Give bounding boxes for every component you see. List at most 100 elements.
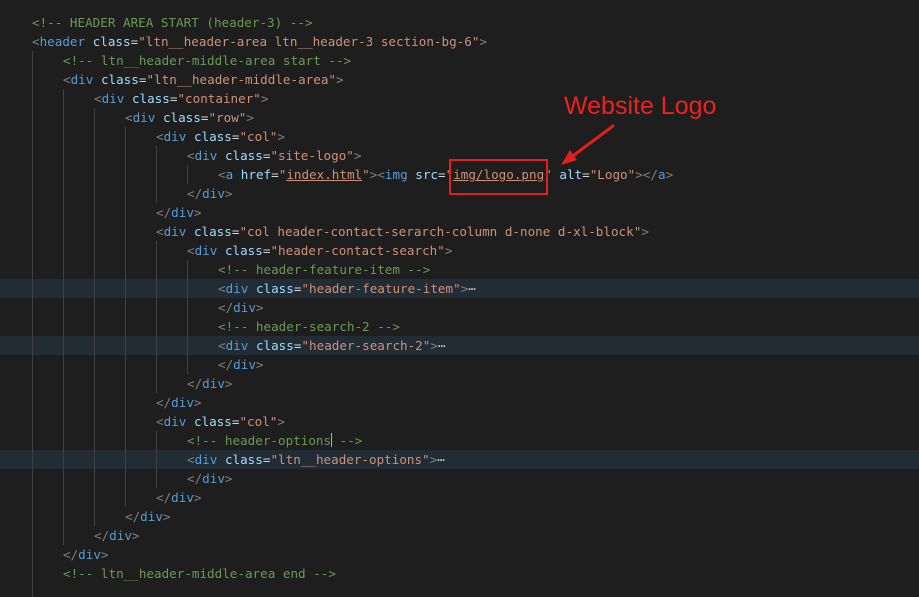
code-token: ": [362, 167, 370, 182]
code-line[interactable]: <div class="header-contact-search">: [0, 241, 919, 260]
code-line[interactable]: </div>: [0, 545, 919, 564]
code-token: >: [224, 471, 233, 486]
code-line[interactable]: <div class="col">: [0, 127, 919, 146]
code-token: <: [218, 167, 226, 182]
code-line[interactable]: <div class="col header-contact-serarch-c…: [0, 222, 919, 241]
code-token: div: [163, 414, 187, 429]
indent-guide: [32, 279, 33, 298]
code-line[interactable]: <div class="ltn__header-middle-area">: [0, 70, 919, 89]
code-token: div: [171, 490, 194, 505]
code-token: </: [156, 490, 172, 505]
indent-guide: [94, 279, 95, 298]
folded-code-line[interactable]: <div class="header-search-2">⋯: [0, 336, 919, 355]
indent-guide: [156, 450, 157, 469]
code-token: div: [194, 243, 218, 258]
indent-guide: [156, 241, 157, 260]
fold-ellipsis-icon[interactable]: ⋯: [438, 338, 446, 353]
code-token: div: [194, 452, 218, 467]
indent-guide: [32, 374, 33, 393]
code-line[interactable]: <!-- header-search-2 -->: [0, 317, 919, 336]
code-line[interactable]: [0, 583, 919, 597]
code-token: div: [171, 205, 194, 220]
indent-guide: [187, 260, 188, 279]
code-token: </: [187, 471, 203, 486]
indent-guide: [63, 165, 64, 184]
code-token: >: [336, 72, 344, 87]
code-line[interactable]: <!-- header-options -->: [0, 431, 919, 450]
indent-guide: [32, 260, 33, 279]
indent-guide: [187, 355, 188, 374]
code-line[interactable]: </div>: [0, 203, 919, 222]
indent-guide: [156, 374, 157, 393]
fold-ellipsis-icon[interactable]: ⋯: [468, 281, 476, 296]
code-line[interactable]: </div>: [0, 469, 919, 488]
code-token: class: [193, 129, 232, 144]
code-token: <: [218, 338, 226, 353]
code-line[interactable]: </div>: [0, 488, 919, 507]
code-token: >: [246, 110, 254, 125]
code-line[interactable]: <!-- HEADER AREA START (header-3) -->: [0, 13, 919, 32]
indent-guide: [187, 279, 188, 298]
code-token: >: [444, 243, 453, 258]
code-lines[interactable]: <!-- HEADER AREA START (header-3) --> <he…: [0, 13, 919, 597]
folded-code-line[interactable]: <div class="header-feature-item">⋯: [0, 279, 919, 298]
indent-guide: [94, 412, 95, 431]
indent-guide: [156, 317, 157, 336]
indent-guide: [125, 355, 126, 374]
code-line[interactable]: <div class="row">: [0, 108, 919, 127]
indent-guide: [32, 336, 33, 355]
code-token: -->: [332, 433, 363, 448]
indent-guide: [32, 469, 33, 488]
code-token: </: [187, 376, 203, 391]
code-token: >: [430, 338, 438, 353]
code-token: =: [271, 167, 279, 182]
code-line[interactable]: <header class="ltn__header-area ltn__hea…: [0, 32, 919, 51]
code-line[interactable]: </div>: [0, 374, 919, 393]
indent-guide: [125, 317, 126, 336]
indent-guide: [125, 127, 126, 146]
fold-ellipsis-icon[interactable]: ⋯: [437, 452, 445, 467]
code-line[interactable]: <div class="container">: [0, 89, 919, 108]
indent-guide: [94, 469, 95, 488]
indent-guide: [32, 526, 33, 545]
indent-guide: [156, 146, 157, 165]
indent-guide: [63, 184, 64, 203]
code-token: div: [140, 509, 163, 524]
code-token: <: [187, 148, 195, 163]
code-token: >: [131, 528, 140, 543]
code-token: >: [641, 224, 649, 239]
code-line[interactable]: <!-- ltn__header-middle-area start -->: [0, 51, 919, 70]
code-token: index.html: [286, 167, 363, 182]
code-line[interactable]: <div class="col">: [0, 412, 919, 431]
code-line[interactable]: </div>: [0, 393, 919, 412]
indent-guide: [32, 564, 33, 583]
indent-guide: [125, 393, 126, 412]
indent-guide: [32, 89, 33, 108]
folded-code-line[interactable]: <div class="ltn__header-options">⋯: [0, 450, 919, 469]
indent-guide: [125, 336, 126, 355]
indent-guide: [94, 336, 95, 355]
indent-guide: [63, 89, 64, 108]
indent-guide: [63, 127, 64, 146]
code-token: <: [156, 414, 164, 429]
indent-guide: [32, 298, 33, 317]
code-editor[interactable]: <!-- HEADER AREA START (header-3) --> <he…: [0, 0, 919, 597]
indent-guide: [63, 488, 64, 507]
indent-guide: [32, 165, 33, 184]
code-token: div: [202, 186, 225, 201]
code-token: >: [260, 91, 269, 106]
code-line[interactable]: </div>: [0, 507, 919, 526]
code-line[interactable]: </div>: [0, 526, 919, 545]
code-line[interactable]: <!-- ltn__header-middle-area end -->: [0, 564, 919, 583]
code-token: "container": [177, 91, 261, 106]
code-line[interactable]: </div>: [0, 355, 919, 374]
code-token: class: [255, 338, 294, 353]
code-line[interactable]: </div>: [0, 298, 919, 317]
code-token: class: [193, 414, 232, 429]
code-token: </: [218, 300, 234, 315]
code-line[interactable]: <!-- header-feature-item -->: [0, 260, 919, 279]
indent-guide: [125, 488, 126, 507]
